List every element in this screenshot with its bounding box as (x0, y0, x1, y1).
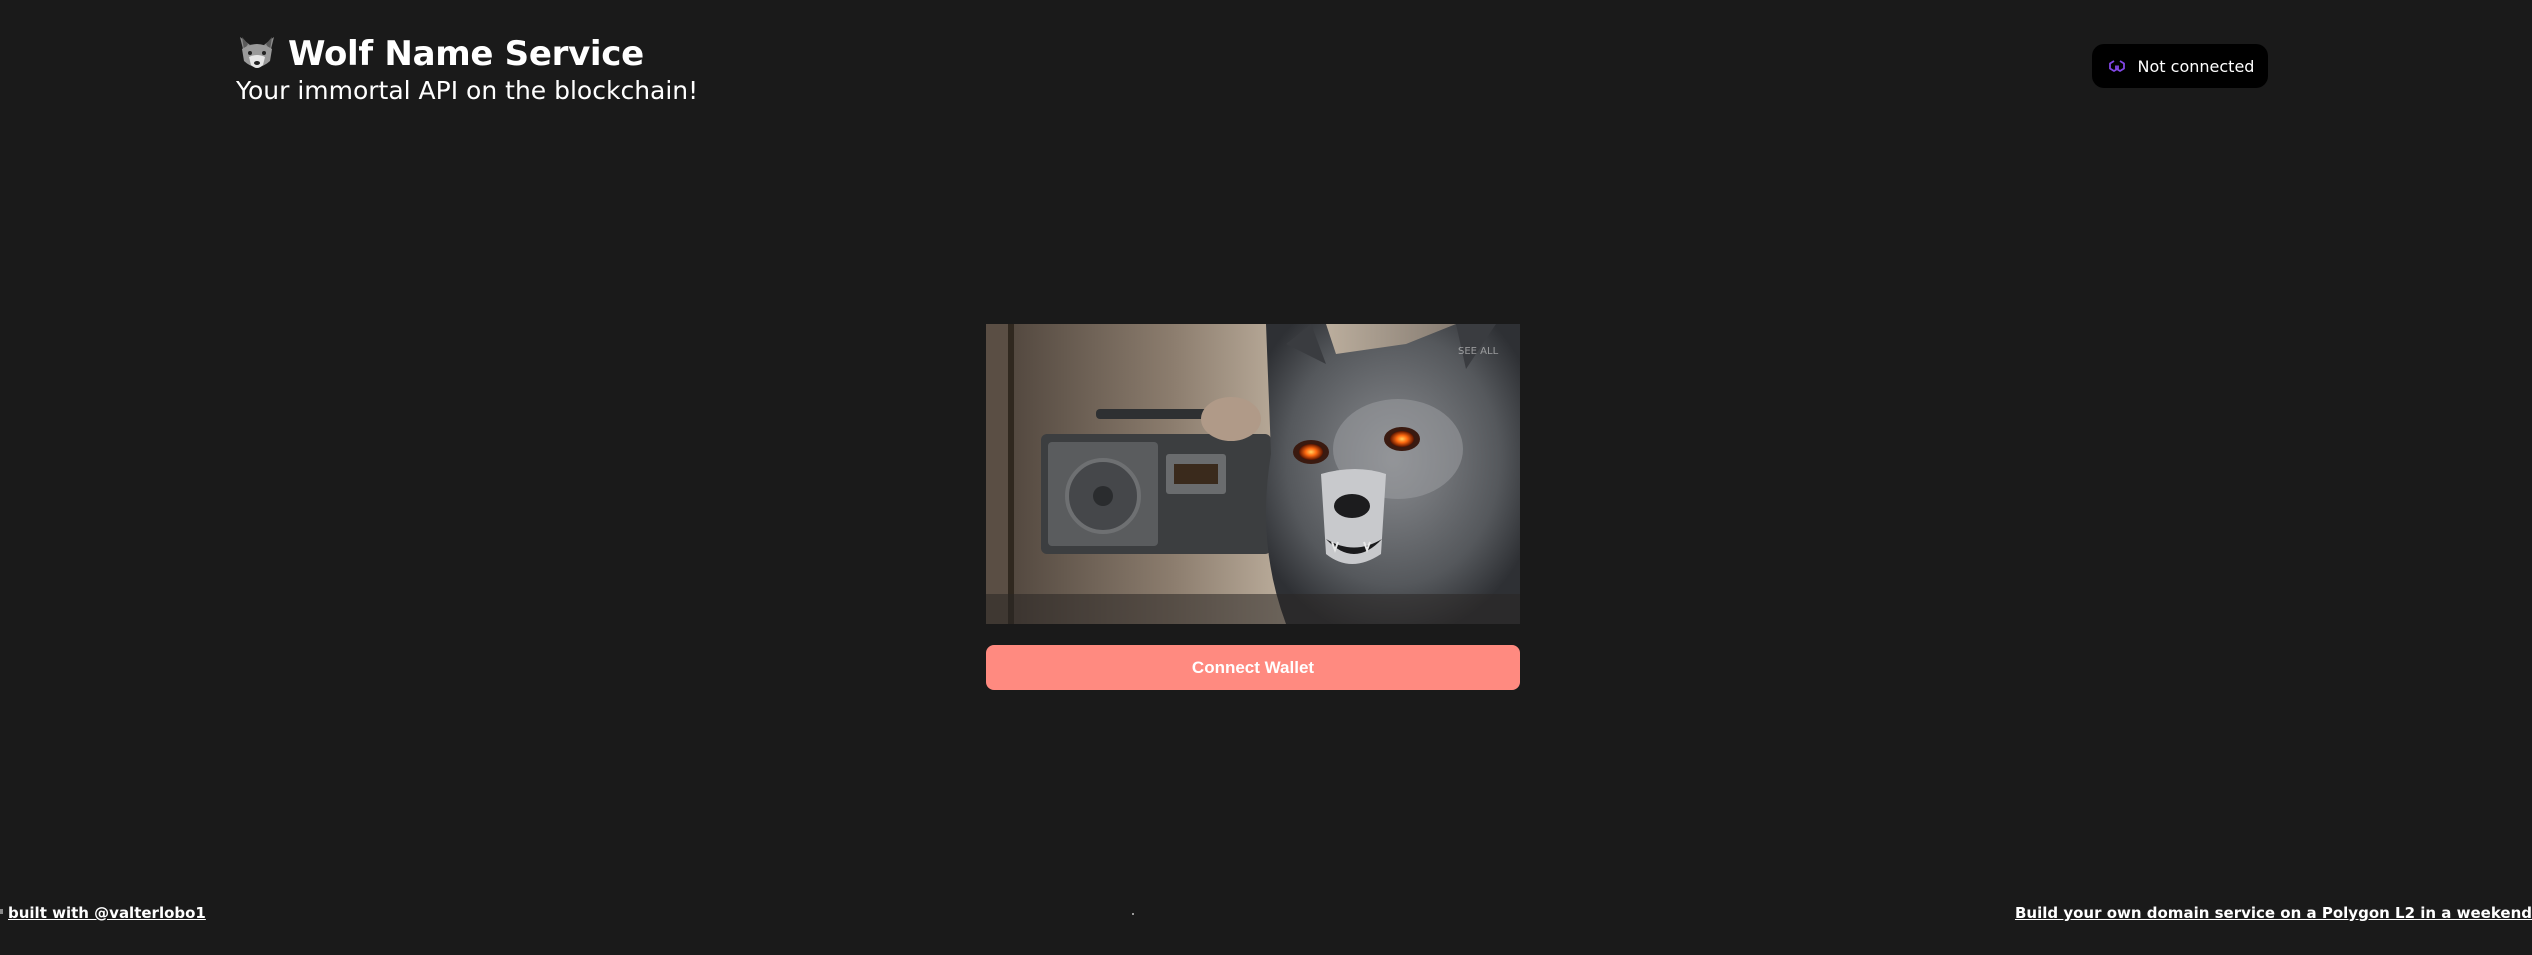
app-page: Wolf Name Service Your immortal API on t… (0, 0, 2532, 955)
network-status-text: Not connected (2137, 56, 2255, 76)
svg-text:SEE ALL: SEE ALL (1458, 346, 1499, 357)
hero-illustration: SEE ALL (986, 324, 1520, 624)
network-status-badge[interactable]: Not connected (2092, 44, 2268, 88)
wolf-face-icon (240, 37, 274, 68)
polygon-icon (2108, 60, 2125, 72)
wolf-boombox-image: SEE ALL (986, 324, 1520, 624)
build-your-own-link[interactable]: Build your own domain service on a Polyg… (2015, 904, 2532, 922)
header: Wolf Name Service Your immortal API on t… (236, 30, 698, 106)
title-row: Wolf Name Service (236, 30, 698, 78)
edge-marker (0, 909, 3, 914)
footer-dot (1132, 913, 1134, 915)
app-subtitle: Your immortal API on the blockchain! (236, 76, 699, 105)
built-with-link[interactable]: built with @valterlobo1 (8, 904, 206, 922)
app-title: Wolf Name Service (288, 34, 644, 74)
connect-wallet-button[interactable]: Connect Wallet (986, 645, 1520, 690)
